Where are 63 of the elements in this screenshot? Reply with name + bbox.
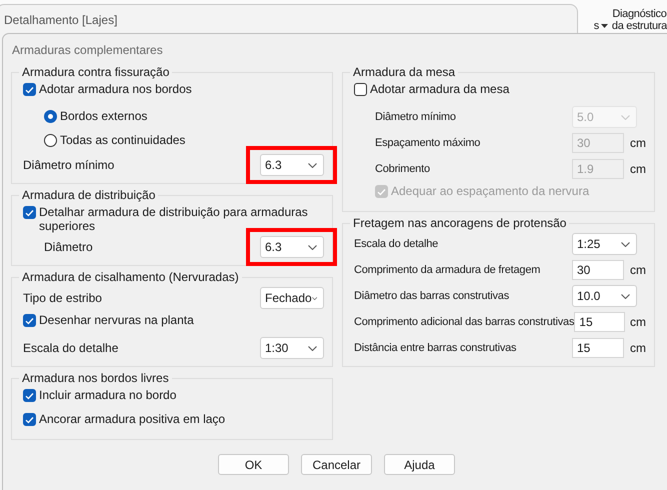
radio-label[interactable]: Todas as continuidades bbox=[60, 133, 186, 147]
field-label: Comprimento adicional das barras construtivas bbox=[354, 315, 574, 329]
checkbox-label[interactable]: Detalhar armadura de distribuição para armaduras superiores bbox=[39, 204, 324, 233]
unit-label: cm bbox=[629, 315, 646, 329]
dialog-button[interactable]: Ajuda bbox=[384, 454, 455, 475]
checkbox[interactable] bbox=[354, 83, 367, 96]
dropdown[interactable]: 10.0 bbox=[572, 285, 637, 307]
ribbon-label[interactable]: Diagnóstico bbox=[612, 8, 667, 20]
field-label: Escala do detalhe bbox=[23, 341, 120, 355]
radio-button[interactable] bbox=[44, 110, 57, 122]
group-title: Armadura nos bordos livres bbox=[21, 371, 170, 385]
checkbox[interactable] bbox=[23, 413, 36, 426]
field-label: Tipo de estribo bbox=[23, 291, 103, 305]
field-label: Comprimento da armadura de fretagem bbox=[354, 263, 542, 277]
checkbox-label[interactable]: Adotar armadura da mesa bbox=[370, 81, 510, 96]
unit-label: cm bbox=[629, 136, 646, 150]
field-label: Diâmetro mínimo bbox=[375, 110, 457, 124]
dialog-title: Armaduras complementares bbox=[11, 42, 164, 59]
chevron-icon bbox=[621, 114, 630, 120]
input-field[interactable]: 30 bbox=[572, 260, 624, 280]
radio-label[interactable]: Bordos externos bbox=[60, 109, 148, 123]
group-title: Armadura de cisalhamento (Nervuradas) bbox=[21, 270, 240, 284]
checkbox-label[interactable]: Incluir armadura no bordo bbox=[39, 387, 176, 402]
dropdown[interactable]: 6.3 bbox=[260, 154, 324, 176]
field-label: Diâmetro mínimo bbox=[23, 158, 116, 172]
checkbox[interactable] bbox=[23, 314, 36, 327]
chevron-icon bbox=[308, 346, 317, 350]
chevron-icon bbox=[621, 294, 630, 298]
group-title: Armadura de distribuição bbox=[21, 188, 156, 202]
window-title: Detalhamento [Lajes] bbox=[4, 13, 118, 27]
dropdown[interactable]: Fechado bbox=[260, 287, 324, 309]
dropdown[interactable]: 1:30 bbox=[260, 337, 324, 359]
ribbon-label[interactable]: da estrutura bbox=[612, 20, 667, 32]
chevron-icon bbox=[308, 244, 317, 250]
checkbox[interactable] bbox=[23, 83, 36, 96]
chevron-icon bbox=[621, 242, 630, 246]
radio-button[interactable] bbox=[44, 134, 57, 146]
field-label: Distância entre barras construtivas bbox=[354, 341, 518, 355]
chevron-icon bbox=[312, 296, 317, 300]
unit-label: cm bbox=[629, 341, 646, 355]
dropdown[interactable]: 6.3 bbox=[260, 236, 324, 258]
group-title: Armadura contra fissuração bbox=[21, 65, 170, 79]
checkbox[interactable] bbox=[23, 389, 36, 402]
dialog-button[interactable]: OK bbox=[218, 454, 289, 475]
checkbox-label[interactable]: Ancorar armadura positiva em laço bbox=[39, 411, 226, 426]
ribbon-label[interactable]: s bbox=[594, 20, 599, 32]
dialog-button[interactable]: Cancelar bbox=[301, 454, 372, 475]
input-field[interactable]: 15 bbox=[574, 312, 625, 332]
field-label: Cobrimento bbox=[375, 162, 431, 176]
field-label: Espaçamento máximo bbox=[375, 136, 482, 150]
chevron-icon bbox=[308, 162, 317, 168]
field-label: Escala do detalhe bbox=[354, 237, 440, 251]
checkbox[interactable] bbox=[23, 206, 36, 219]
checkbox-label[interactable]: Desenhar nervuras na planta bbox=[39, 312, 194, 327]
input-field[interactable]: 15 bbox=[572, 338, 624, 358]
group-title: Fretagem nas ancoragens de protensão bbox=[352, 216, 568, 230]
unit-label: cm bbox=[629, 162, 646, 176]
field-label: Diâmetro bbox=[44, 240, 94, 254]
checkbox-label[interactable]: Adotar armadura nos bordos bbox=[39, 81, 192, 96]
unit-label: cm bbox=[629, 263, 646, 277]
dropdown[interactable]: 1:25 bbox=[572, 233, 637, 255]
group-title: Armadura da mesa bbox=[352, 65, 456, 79]
field-label: Diâmetro das barras construtivas bbox=[354, 289, 510, 303]
